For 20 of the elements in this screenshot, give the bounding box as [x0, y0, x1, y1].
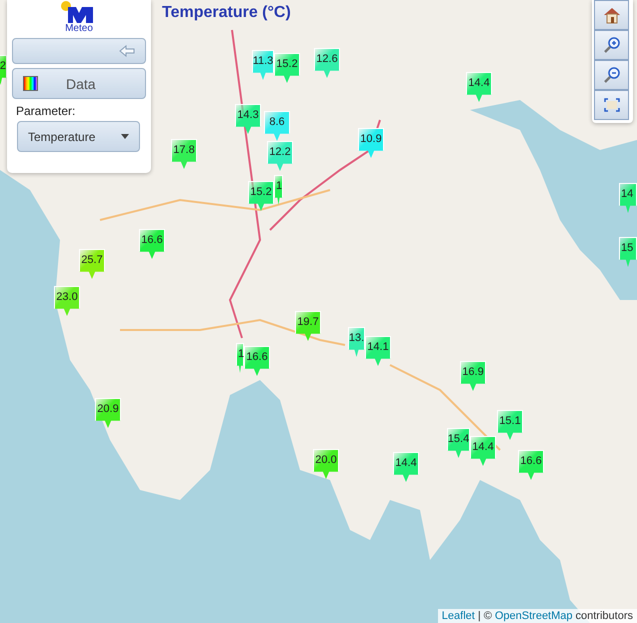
zoom-out-icon — [602, 66, 620, 84]
fit-extent-button[interactable] — [594, 90, 629, 120]
data-button[interactable]: Data — [12, 68, 146, 99]
arrow-left-icon — [119, 45, 135, 57]
caret-icon — [121, 134, 129, 139]
map-title: Temperature (°C) — [162, 4, 291, 22]
zoom-in-icon — [602, 36, 620, 54]
home-button[interactable] — [594, 0, 629, 30]
home-icon — [602, 6, 620, 24]
logo-text: Meteo — [65, 23, 93, 34]
color-scale-icon — [23, 76, 38, 91]
attribution-separator: | © — [478, 610, 492, 622]
parameter-label: Parameter: — [16, 104, 76, 118]
parameter-dropdown[interactable]: Temperature — [17, 121, 140, 152]
zoom-in-button[interactable] — [594, 30, 629, 60]
leaflet-link[interactable]: Leaflet — [442, 610, 475, 622]
openstreetmap-link[interactable]: OpenStreetMap — [494, 610, 573, 622]
fit-extent-icon — [604, 98, 620, 112]
zoom-out-button[interactable] — [594, 60, 629, 90]
attribution-text: contributors — [576, 610, 633, 622]
